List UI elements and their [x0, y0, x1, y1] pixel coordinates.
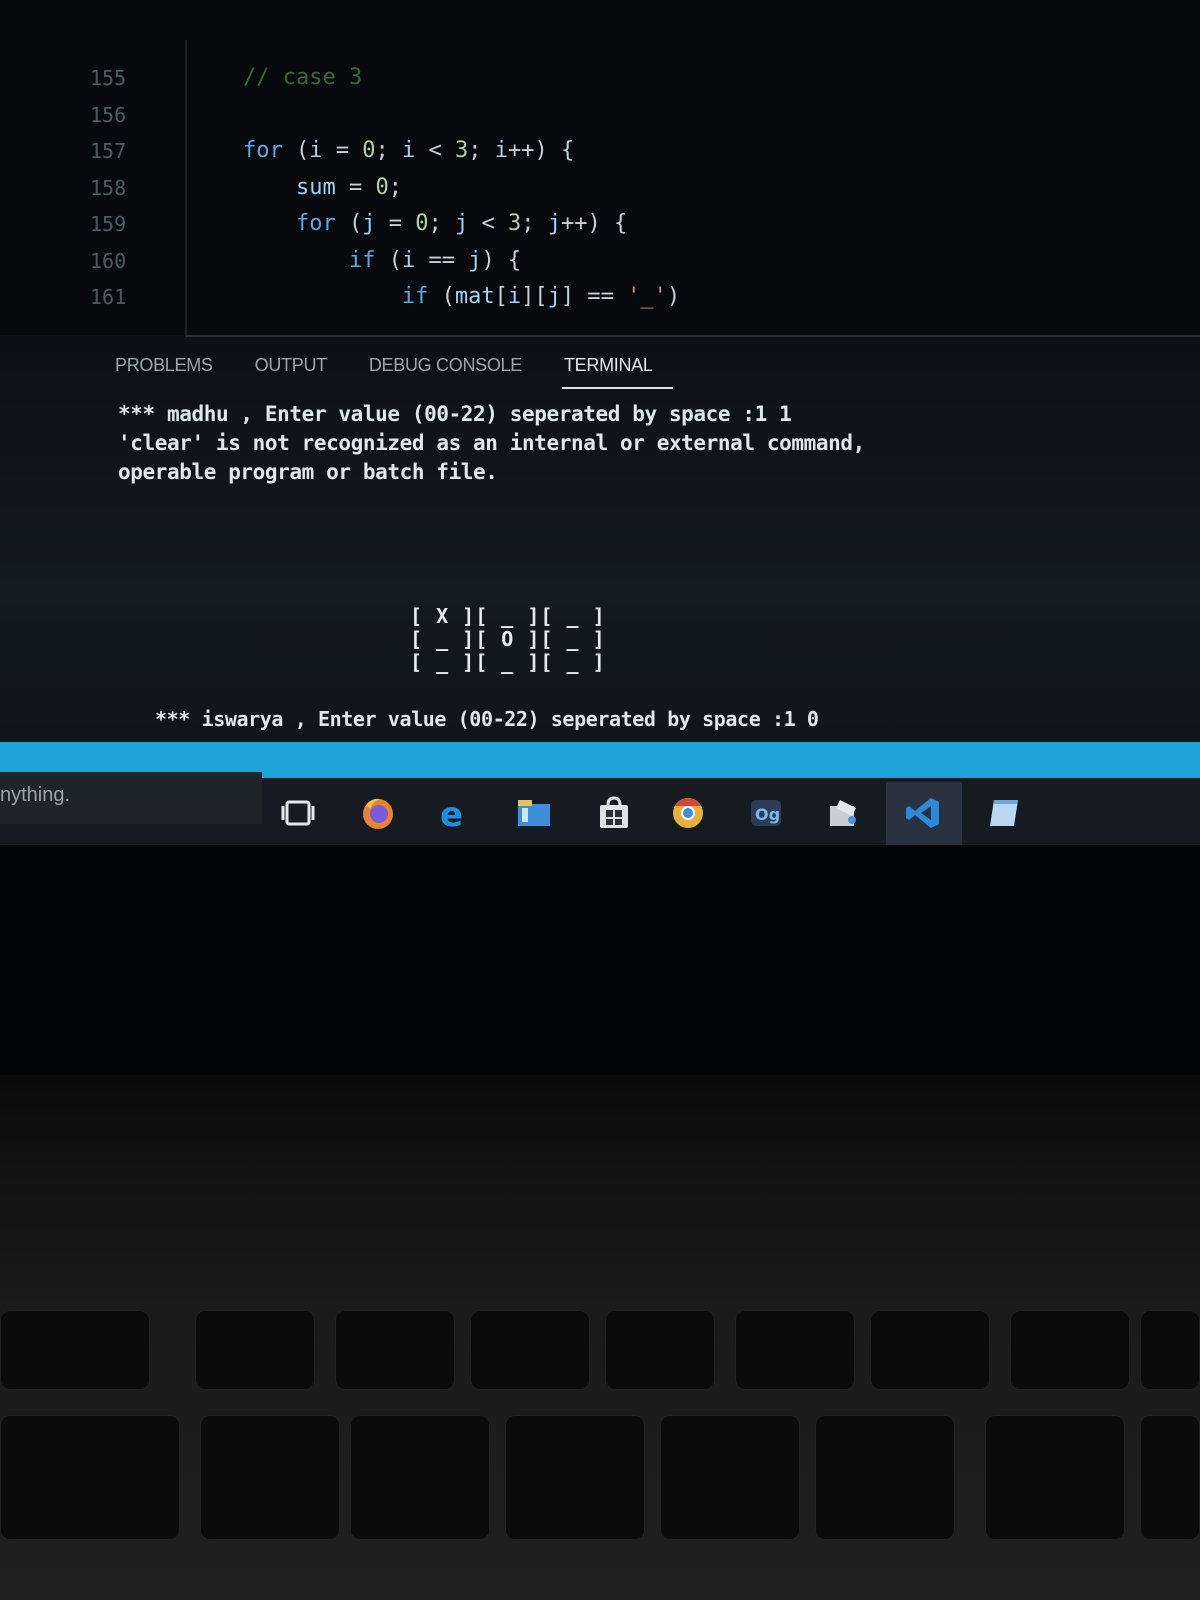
board-row: [ _ ][ _ ][ _ ]: [410, 650, 606, 674]
task-view-icon[interactable]: [280, 796, 316, 830]
panel-tabs: PROBLEMS OUTPUT DEBUG CONSOLE TERMINAL: [115, 350, 695, 390]
terminal-output[interactable]: *** madhu , Enter value (00-22) seperate…: [118, 400, 1178, 487]
chrome-icon[interactable]: [670, 796, 706, 830]
line-number: 156: [90, 102, 127, 127]
keyboard-key: [815, 1415, 955, 1540]
firefox-icon[interactable]: [360, 796, 396, 830]
svg-text:Og: Og: [755, 805, 780, 824]
line-number: 157: [90, 139, 127, 163]
file-explorer-icon[interactable]: [516, 796, 552, 830]
line-number-gutter: 155 156 157 158 159 160 161: [90, 60, 150, 316]
keyboard-key: [200, 1415, 340, 1540]
tic-tac-toe-board: [ X ][ _ ][ _ ] [ _ ][ O ][ _ ] [ _ ][ _…: [410, 605, 606, 674]
line-number: 155: [90, 66, 127, 90]
terminal-line: operable program or batch file.: [118, 460, 498, 484]
notepad-icon[interactable]: [986, 796, 1022, 830]
terminal-line: *** madhu , Enter value (00-22) seperate…: [118, 402, 792, 426]
code-line: // case 3: [190, 60, 1190, 97]
code-line: for (i = 0; i < 3; i++) {: [242, 138, 575, 163]
code-lines: // case 3 for (i = 0; i < 3; i++) { sum …: [190, 60, 1190, 316]
code-editor[interactable]: 155 156 157 158 159 160 161 // case 3 fo…: [0, 0, 1200, 335]
board-row: [ X ][ _ ][ _ ]: [410, 604, 606, 628]
keyboard-key: [0, 1415, 180, 1540]
edge-icon[interactable]: e: [436, 796, 472, 830]
keyboard-deck: [0, 1075, 1200, 1600]
keyboard-key: [660, 1415, 800, 1540]
taskbar-search-box[interactable]: nything.: [0, 772, 262, 824]
keyboard-key: [1010, 1310, 1130, 1390]
code-comment: // case 3: [242, 65, 363, 90]
tab-output[interactable]: OUTPUT: [255, 350, 347, 386]
keyboard-key: [605, 1310, 715, 1390]
store-icon[interactable]: [596, 796, 632, 830]
gutter-divider: [185, 40, 187, 335]
terminal-line: 'clear' is not recognized as an internal…: [118, 431, 865, 455]
tab-problems[interactable]: PROBLEMS: [115, 350, 233, 386]
keyboard-key: [735, 1310, 855, 1390]
line-number: 159: [90, 212, 127, 236]
line-number: 160: [90, 248, 127, 273]
paint-icon[interactable]: [826, 796, 862, 830]
svg-text:e: e: [440, 796, 463, 830]
tab-debug-console[interactable]: DEBUG CONSOLE: [369, 350, 542, 386]
search-placeholder: nything.: [0, 784, 71, 806]
board-row: [ _ ][ O ][ _ ]: [410, 627, 606, 651]
code-line: sum = 0;: [295, 174, 402, 200]
keyboard-key: [335, 1310, 455, 1390]
keyboard-key: [505, 1415, 645, 1540]
code-line: for (j = 0; j < 3; j++) {: [295, 211, 628, 236]
code-line: if (i == j) {: [348, 247, 522, 273]
keyboard-key: [1140, 1310, 1200, 1390]
terminal-prompt[interactable]: *** iswarya , Enter value (00-22) sepera…: [155, 707, 819, 731]
keyboard-key: [195, 1310, 315, 1390]
panel-divider: [185, 335, 1200, 337]
keyboard-key: [985, 1415, 1125, 1540]
screen-bezel: [0, 845, 1200, 1075]
laptop-screen: 155 156 157 158 159 160 161 // case 3 fo…: [0, 0, 1200, 845]
keyboard-key: [870, 1310, 990, 1390]
tab-terminal[interactable]: TERMINAL: [561, 350, 673, 389]
line-number: 161: [90, 285, 127, 309]
keyboard-key: [0, 1310, 150, 1390]
code-line: if (mat[i][j] == '_'): [401, 284, 681, 309]
line-number: 158: [90, 175, 127, 200]
keyboard-key: [1140, 1415, 1200, 1540]
keyboard-key: [470, 1310, 590, 1390]
app-icon[interactable]: Og: [748, 796, 784, 830]
keyboard-key: [350, 1415, 490, 1540]
vscode-icon[interactable]: [905, 796, 941, 830]
